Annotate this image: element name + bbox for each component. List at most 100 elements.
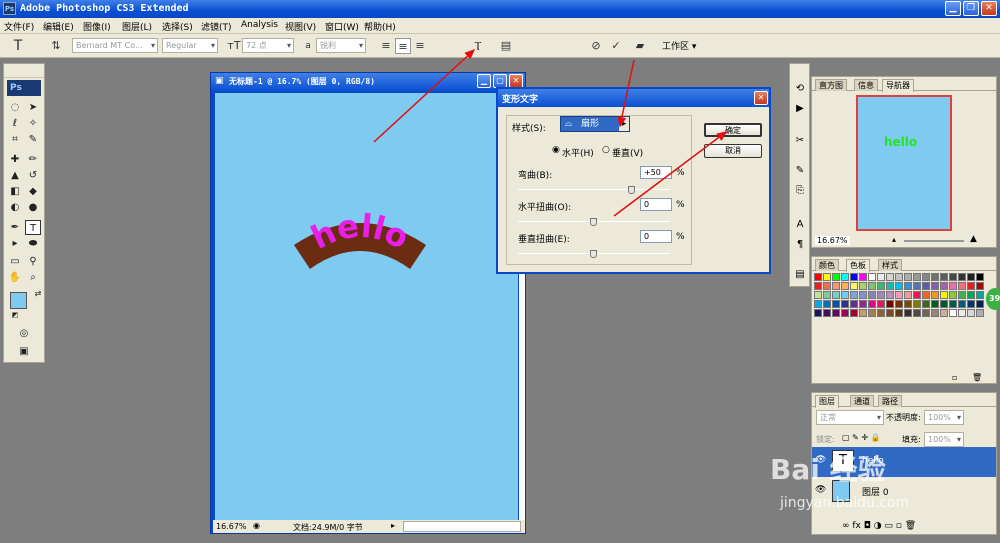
type-tool-icon[interactable]: T — [10, 38, 26, 54]
new-swatch-icon[interactable]: ▫ — [952, 373, 957, 382]
swatch-cell[interactable] — [850, 300, 858, 308]
stamp-tool-icon[interactable]: ▲ — [7, 168, 23, 183]
doc-minimize-icon[interactable]: ▁ — [477, 74, 491, 88]
fill-input[interactable]: 100% — [924, 432, 964, 447]
status-menu-icon[interactable]: ▸ — [391, 521, 395, 530]
swatch-cell[interactable] — [859, 309, 867, 317]
swatch-cell[interactable] — [823, 291, 831, 299]
swatch-cell[interactable] — [976, 309, 984, 317]
dialog-close-icon[interactable]: ✕ — [754, 91, 768, 105]
swatch-cell[interactable] — [841, 300, 849, 308]
swatch-cell[interactable] — [814, 273, 822, 281]
zoom-tool-icon[interactable]: ⌕ — [25, 270, 41, 285]
swatch-cell[interactable] — [949, 309, 957, 317]
swatch-cell[interactable] — [922, 291, 930, 299]
tab-swatches[interactable]: 色板 — [846, 259, 870, 272]
swatch-cell[interactable] — [886, 282, 894, 290]
style-dropdown-icon[interactable]: ▸ — [619, 117, 629, 131]
clone-source-icon[interactable]: ⎘ — [793, 184, 807, 198]
swatch-cell[interactable] — [976, 291, 984, 299]
swatch-cell[interactable] — [931, 273, 939, 281]
swap-colors-icon[interactable]: ⇄ — [30, 286, 46, 301]
eyedropper-tool-icon[interactable]: ⚲ — [25, 254, 41, 269]
swatch-cell[interactable] — [931, 282, 939, 290]
swatch-cell[interactable] — [841, 309, 849, 317]
navigator-zoom-slider[interactable] — [904, 240, 964, 242]
swatch-cell[interactable] — [958, 291, 966, 299]
font-size-select[interactable]: 72 点 — [242, 38, 294, 53]
brushes-panel-icon[interactable]: ✎ — [793, 164, 807, 178]
tab-layers[interactable]: 图层 — [815, 395, 839, 408]
notes-tool-icon[interactable]: ▭ — [7, 254, 23, 269]
swatch-cell[interactable] — [967, 309, 975, 317]
swatch-cell[interactable] — [886, 309, 894, 317]
swatch-cell[interactable] — [895, 282, 903, 290]
side-badge[interactable]: 39 — [986, 288, 1000, 310]
swatch-cell[interactable] — [841, 282, 849, 290]
type-tool-icon-box[interactable]: T — [25, 220, 41, 235]
swatch-cell[interactable] — [958, 282, 966, 290]
swatch-cell[interactable] — [823, 309, 831, 317]
pen-tool-icon[interactable]: ✒ — [7, 220, 23, 235]
swatch-cell[interactable] — [868, 309, 876, 317]
swatch-cell[interactable] — [850, 291, 858, 299]
swatch-cell[interactable] — [868, 291, 876, 299]
dodge-tool-icon[interactable]: ● — [25, 200, 41, 215]
menu-help[interactable]: 帮助(H) — [364, 20, 396, 33]
default-colors-icon[interactable]: ◩ — [7, 308, 23, 323]
radio-horizontal-icon[interactable]: ◉ — [552, 145, 560, 155]
palettes-icon[interactable]: ▤ — [498, 38, 514, 54]
swatch-cell[interactable] — [913, 309, 921, 317]
swatch-cell[interactable] — [913, 291, 921, 299]
cancel-button[interactable]: 取消 — [704, 144, 762, 158]
swatch-cell[interactable] — [886, 291, 894, 299]
swatch-cell[interactable] — [832, 273, 840, 281]
foreground-color[interactable] — [10, 292, 27, 309]
swatch-cell[interactable] — [940, 273, 948, 281]
vdist-input[interactable]: 0 — [640, 230, 672, 243]
text-orientation-icon[interactable]: ⇅ — [48, 38, 64, 54]
hand-tool-icon[interactable]: ✋ — [7, 270, 23, 285]
swatch-cell[interactable] — [859, 282, 867, 290]
opacity-input[interactable]: 100% — [924, 410, 964, 425]
blend-mode-select[interactable]: 正常 — [816, 410, 884, 425]
swatch-cell[interactable] — [931, 300, 939, 308]
bend-slider[interactable] — [518, 189, 670, 190]
menu-layer[interactable]: 图层(L) — [122, 20, 152, 33]
swatch-cell[interactable] — [913, 300, 921, 308]
slice-tool-icon[interactable]: ✎ — [25, 132, 41, 147]
swatch-cell[interactable] — [814, 309, 822, 317]
swatch-cell[interactable] — [922, 273, 930, 281]
swatch-cell[interactable] — [859, 273, 867, 281]
ok-button[interactable]: 确定 — [704, 123, 762, 137]
actions-panel-icon[interactable]: ▶ — [793, 102, 807, 116]
swatch-cell[interactable] — [904, 273, 912, 281]
swatch-cell[interactable] — [823, 282, 831, 290]
menu-select[interactable]: 选择(S) — [162, 20, 193, 33]
swatch-cell[interactable] — [832, 300, 840, 308]
menu-image[interactable]: 图像(I) — [83, 20, 111, 33]
swatch-cell[interactable] — [895, 291, 903, 299]
navigator-preview[interactable]: hello — [856, 95, 952, 231]
swatch-cell[interactable] — [940, 300, 948, 308]
swatch-cell[interactable] — [904, 282, 912, 290]
swatch-cell[interactable] — [967, 273, 975, 281]
swatch-cell[interactable] — [886, 273, 894, 281]
bend-input[interactable]: +50 — [640, 166, 672, 179]
minimize-icon[interactable]: ▁ — [945, 1, 961, 16]
swatch-cell[interactable] — [958, 273, 966, 281]
magic-wand-tool-icon[interactable]: ✧ — [25, 116, 41, 131]
swatch-cell[interactable] — [913, 273, 921, 281]
swatch-cell[interactable] — [814, 291, 822, 299]
doc-close-icon[interactable]: ✕ — [509, 74, 523, 88]
lock-icons[interactable]: ▢ ✎ ✛ 🔒 — [842, 433, 881, 442]
swatch-cell[interactable] — [823, 273, 831, 281]
font-family-select[interactable]: Bernard MT Co... — [72, 38, 158, 53]
bend-slider-thumb[interactable] — [628, 186, 635, 194]
style-select[interactable]: ⌓ 扇形 ▸ — [560, 116, 630, 132]
swatch-cell[interactable] — [922, 300, 930, 308]
swatch-cell[interactable] — [940, 309, 948, 317]
history-brush-icon[interactable]: ↺ — [25, 168, 41, 183]
swatch-cell[interactable] — [976, 273, 984, 281]
close-icon[interactable]: ✕ — [981, 1, 997, 16]
